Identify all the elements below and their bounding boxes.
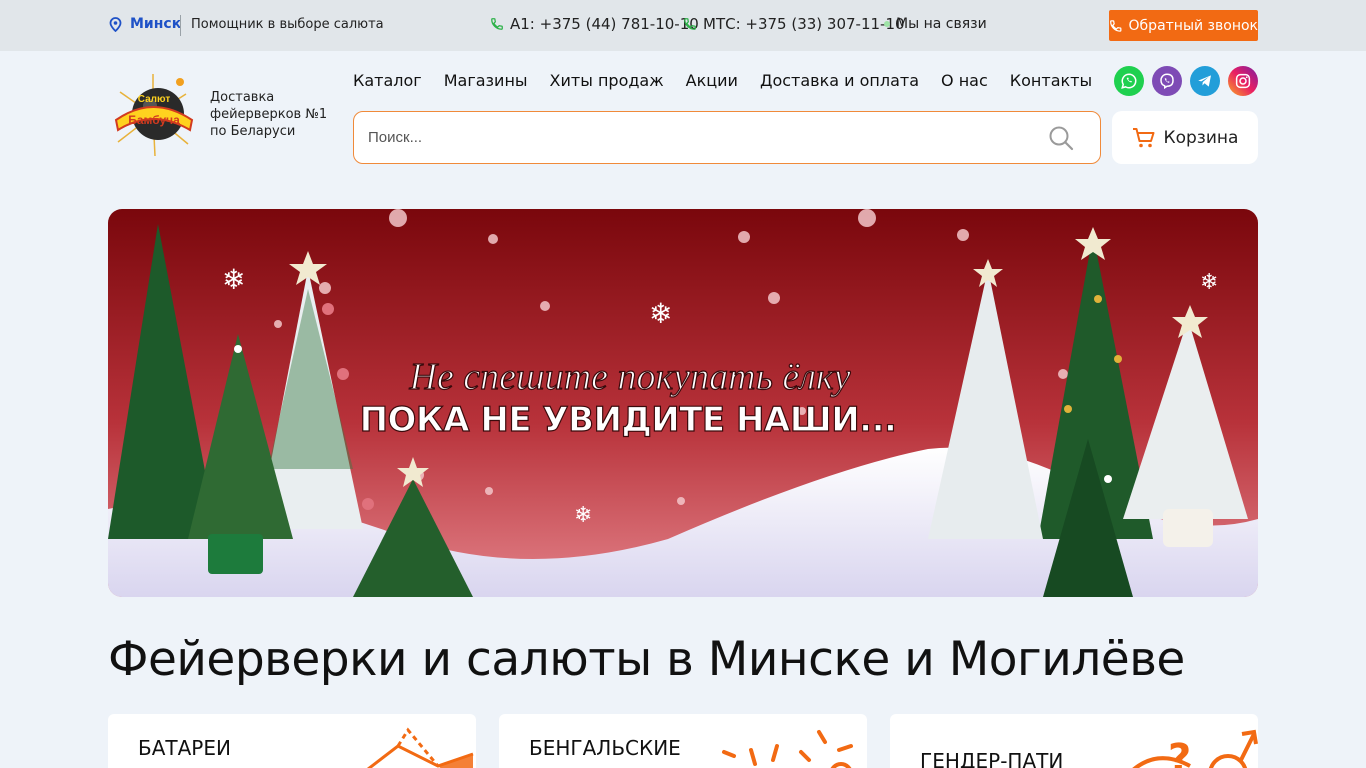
instagram-link[interactable] bbox=[1228, 66, 1258, 96]
category-card-sparklers[interactable]: БЕНГАЛЬСКИЕ bbox=[499, 714, 867, 768]
city-name: Минск bbox=[130, 16, 182, 32]
phone-icon bbox=[684, 18, 696, 30]
banner-headline-line2: ПОКА НЕ УВИДИТЕ НАШИ... bbox=[360, 400, 897, 440]
whatsapp-link[interactable] bbox=[1114, 66, 1144, 96]
site-logo[interactable]: Бамбуча Салют bbox=[110, 72, 196, 158]
phone-a1[interactable]: A1: +375 (44) 781-10-10 bbox=[490, 15, 699, 33]
whatsapp-icon bbox=[1121, 73, 1137, 89]
callback-button[interactable]: Обратный звонок bbox=[1109, 10, 1258, 41]
site-tagline: Доставка фейерверков №1 по Беларуси bbox=[210, 90, 328, 139]
phone-icon bbox=[1110, 19, 1122, 32]
sparkler-icon bbox=[722, 730, 853, 768]
phone-a1-text: A1: +375 (44) 781-10-10 bbox=[510, 15, 699, 33]
search-icon bbox=[1049, 126, 1074, 151]
nav-item-about[interactable]: О нас bbox=[941, 70, 988, 92]
helper-link[interactable]: Помощник в выборе салюта bbox=[191, 17, 384, 32]
nav-item-catalog[interactable]: Каталог bbox=[353, 70, 422, 92]
online-status: Мы на связи bbox=[884, 16, 987, 32]
city-selector[interactable]: Минск bbox=[109, 16, 181, 32]
category-card-gender-party[interactable]: ГЕНДЕР-ПАТИ ? bbox=[890, 714, 1258, 768]
online-text: Мы на связи bbox=[896, 16, 987, 32]
top-bar: Минск Помощник в выборе салюта A1: +375 … bbox=[0, 0, 1366, 51]
svg-text:❄: ❄ bbox=[574, 503, 592, 528]
telegram-icon bbox=[1198, 75, 1211, 87]
category-label: БЕНГАЛЬСКИЕ bbox=[529, 736, 681, 760]
svg-text:❄: ❄ bbox=[222, 263, 245, 296]
logo-brand-text: Бамбуча bbox=[128, 113, 180, 127]
gender-symbols-icon: ? bbox=[1132, 729, 1258, 768]
phone-icon bbox=[491, 18, 503, 30]
banner-headline-line1: Не спешите покупать ёлку bbox=[409, 356, 851, 398]
cart-label: Корзина bbox=[1163, 127, 1239, 148]
nav-item-bestsellers[interactable]: Хиты продаж bbox=[550, 70, 664, 92]
callback-label: Обратный звонок bbox=[1128, 17, 1258, 34]
svg-text:❄: ❄ bbox=[649, 297, 672, 330]
promo-banner[interactable]: ❄ ❄ ❄ ❄ Не спешите покупать ёлку ПОКА НЕ… bbox=[108, 209, 1258, 597]
nav-item-delivery[interactable]: Доставка и оплата bbox=[760, 70, 919, 92]
nav-item-promotions[interactable]: Акции bbox=[686, 70, 738, 92]
viber-icon bbox=[1160, 73, 1174, 90]
svg-text:❄: ❄ bbox=[1200, 270, 1218, 295]
search-box bbox=[353, 111, 1101, 164]
nav-item-shops[interactable]: Магазины bbox=[444, 70, 528, 92]
category-label: ГЕНДЕР-ПАТИ bbox=[920, 749, 1064, 768]
svg-text:Салют: Салют bbox=[138, 94, 171, 105]
category-label: БАТАРЕИ bbox=[138, 736, 231, 760]
telegram-link[interactable] bbox=[1190, 66, 1220, 96]
search-button[interactable] bbox=[1048, 125, 1074, 155]
viber-link[interactable] bbox=[1152, 66, 1182, 96]
cart-icon bbox=[1132, 127, 1155, 147]
search-input[interactable] bbox=[368, 112, 1028, 163]
svg-text:?: ? bbox=[1168, 736, 1191, 768]
cart-button[interactable]: Корзина bbox=[1112, 111, 1258, 164]
divider bbox=[180, 15, 181, 36]
phone-mts-text: МТС: +375 (33) 307-11-10 bbox=[703, 15, 905, 33]
nav-item-contacts[interactable]: Контакты bbox=[1010, 70, 1092, 92]
battery-box-icon bbox=[366, 727, 474, 768]
online-dot bbox=[884, 21, 890, 27]
instagram-icon bbox=[1235, 73, 1251, 89]
category-card-batteries[interactable]: БАТАРЕИ bbox=[108, 714, 476, 768]
page-title: Фейерверки и салюты в Минске и Могилёве bbox=[108, 632, 1185, 687]
location-pin-icon bbox=[109, 16, 122, 32]
phone-mts[interactable]: МТС: +375 (33) 307-11-10 bbox=[683, 15, 905, 33]
main-nav: Каталог Магазины Хиты продаж Акции Доста… bbox=[353, 70, 1092, 92]
